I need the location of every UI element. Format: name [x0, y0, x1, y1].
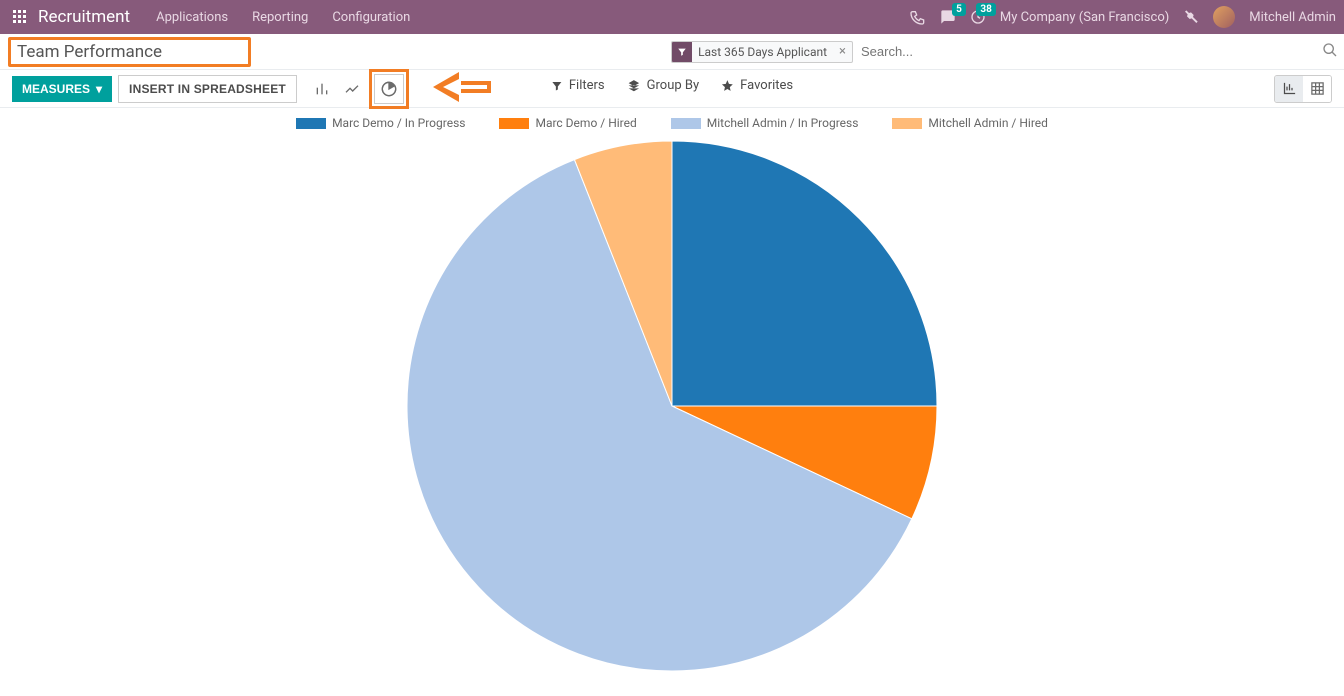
company-selector[interactable]: My Company (San Francisco) — [1000, 10, 1169, 25]
toolbar-row: MEASURES ▾ INSERT IN SPREADSHEET Filters… — [0, 70, 1344, 108]
legend-label: Mitchell Admin / Hired — [928, 116, 1048, 130]
favorites-button[interactable]: Favorites — [721, 78, 793, 93]
pie-wrap — [0, 136, 1344, 696]
measures-label: MEASURES — [22, 82, 90, 96]
apps-grid-icon[interactable] — [8, 5, 32, 29]
messaging-icon[interactable]: 5 — [940, 9, 956, 25]
facet-label: Last 365 Days Applicant — [692, 45, 833, 59]
legend-swatch — [296, 118, 326, 129]
chart-type-group — [307, 69, 409, 109]
search-facet[interactable]: Last 365 Days Applicant × — [671, 41, 853, 63]
menu-configuration[interactable]: Configuration — [320, 10, 422, 25]
page-title: Team Performance — [17, 42, 162, 62]
messaging-badge: 5 — [952, 3, 966, 16]
activity-badge: 38 — [976, 3, 995, 16]
chart-area: Marc Demo / In Progress Marc Demo / Hired… — [0, 108, 1344, 663]
favorites-label: Favorites — [740, 78, 793, 93]
filters-center: Filters Group By Favorites — [551, 78, 793, 93]
legend-item[interactable]: Mitchell Admin / In Progress — [671, 116, 859, 130]
pie-slice[interactable] — [672, 141, 937, 406]
control-row: Team Performance Last 365 Days Applicant… — [0, 34, 1344, 70]
phone-icon[interactable] — [910, 9, 926, 25]
chart-legend: Marc Demo / In Progress Marc Demo / Hired… — [0, 116, 1344, 130]
tools-icon[interactable] — [1183, 9, 1199, 25]
search-icon[interactable] — [1316, 42, 1344, 62]
search-wrap: Last 365 Days Applicant × — [671, 40, 1344, 63]
top-navbar: Recruitment Applications Reporting Confi… — [0, 0, 1344, 34]
legend-item[interactable]: Marc Demo / Hired — [499, 116, 636, 130]
legend-swatch — [671, 118, 701, 129]
caret-down-icon: ▾ — [96, 82, 102, 96]
menu-reporting[interactable]: Reporting — [240, 10, 320, 25]
legend-swatch — [892, 118, 922, 129]
filters-button[interactable]: Filters — [551, 78, 605, 93]
facet-remove-icon[interactable]: × — [833, 44, 852, 59]
legend-label: Marc Demo / Hired — [535, 116, 636, 130]
insert-spreadsheet-button[interactable]: INSERT IN SPREADSHEET — [118, 75, 297, 103]
app-brand[interactable]: Recruitment — [38, 7, 130, 27]
breadcrumb-title: Team Performance — [8, 37, 251, 67]
groupby-button[interactable]: Group By — [627, 78, 700, 93]
bar-chart-button[interactable] — [307, 74, 337, 104]
user-avatar[interactable] — [1213, 6, 1235, 28]
line-chart-button[interactable] — [337, 74, 367, 104]
measures-button[interactable]: MEASURES ▾ — [12, 76, 112, 102]
graph-view-button[interactable] — [1275, 76, 1303, 102]
legend-item[interactable]: Mitchell Admin / Hired — [892, 116, 1048, 130]
pie-chart-button[interactable] — [374, 74, 404, 104]
view-switcher — [1274, 75, 1332, 103]
groupby-label: Group By — [647, 78, 700, 93]
pie-chart — [392, 136, 952, 696]
navbar-left: Recruitment Applications Reporting Confi… — [8, 5, 422, 29]
legend-label: Mitchell Admin / In Progress — [707, 116, 859, 130]
search-input[interactable] — [853, 40, 1316, 63]
legend-swatch — [499, 118, 529, 129]
menu-applications[interactable]: Applications — [144, 10, 240, 25]
pivot-view-button[interactable] — [1303, 76, 1331, 102]
pie-button-highlight — [369, 69, 409, 109]
legend-item[interactable]: Marc Demo / In Progress — [296, 116, 465, 130]
filters-label: Filters — [569, 78, 605, 93]
legend-label: Marc Demo / In Progress — [332, 116, 465, 130]
activity-clock-icon[interactable]: 38 — [970, 9, 986, 25]
user-name-label[interactable]: Mitchell Admin — [1249, 10, 1336, 25]
filter-facet-icon — [672, 42, 692, 62]
navbar-right: 5 38 My Company (San Francisco) Mitchell… — [910, 6, 1336, 28]
annotation-arrow-icon — [433, 70, 493, 108]
